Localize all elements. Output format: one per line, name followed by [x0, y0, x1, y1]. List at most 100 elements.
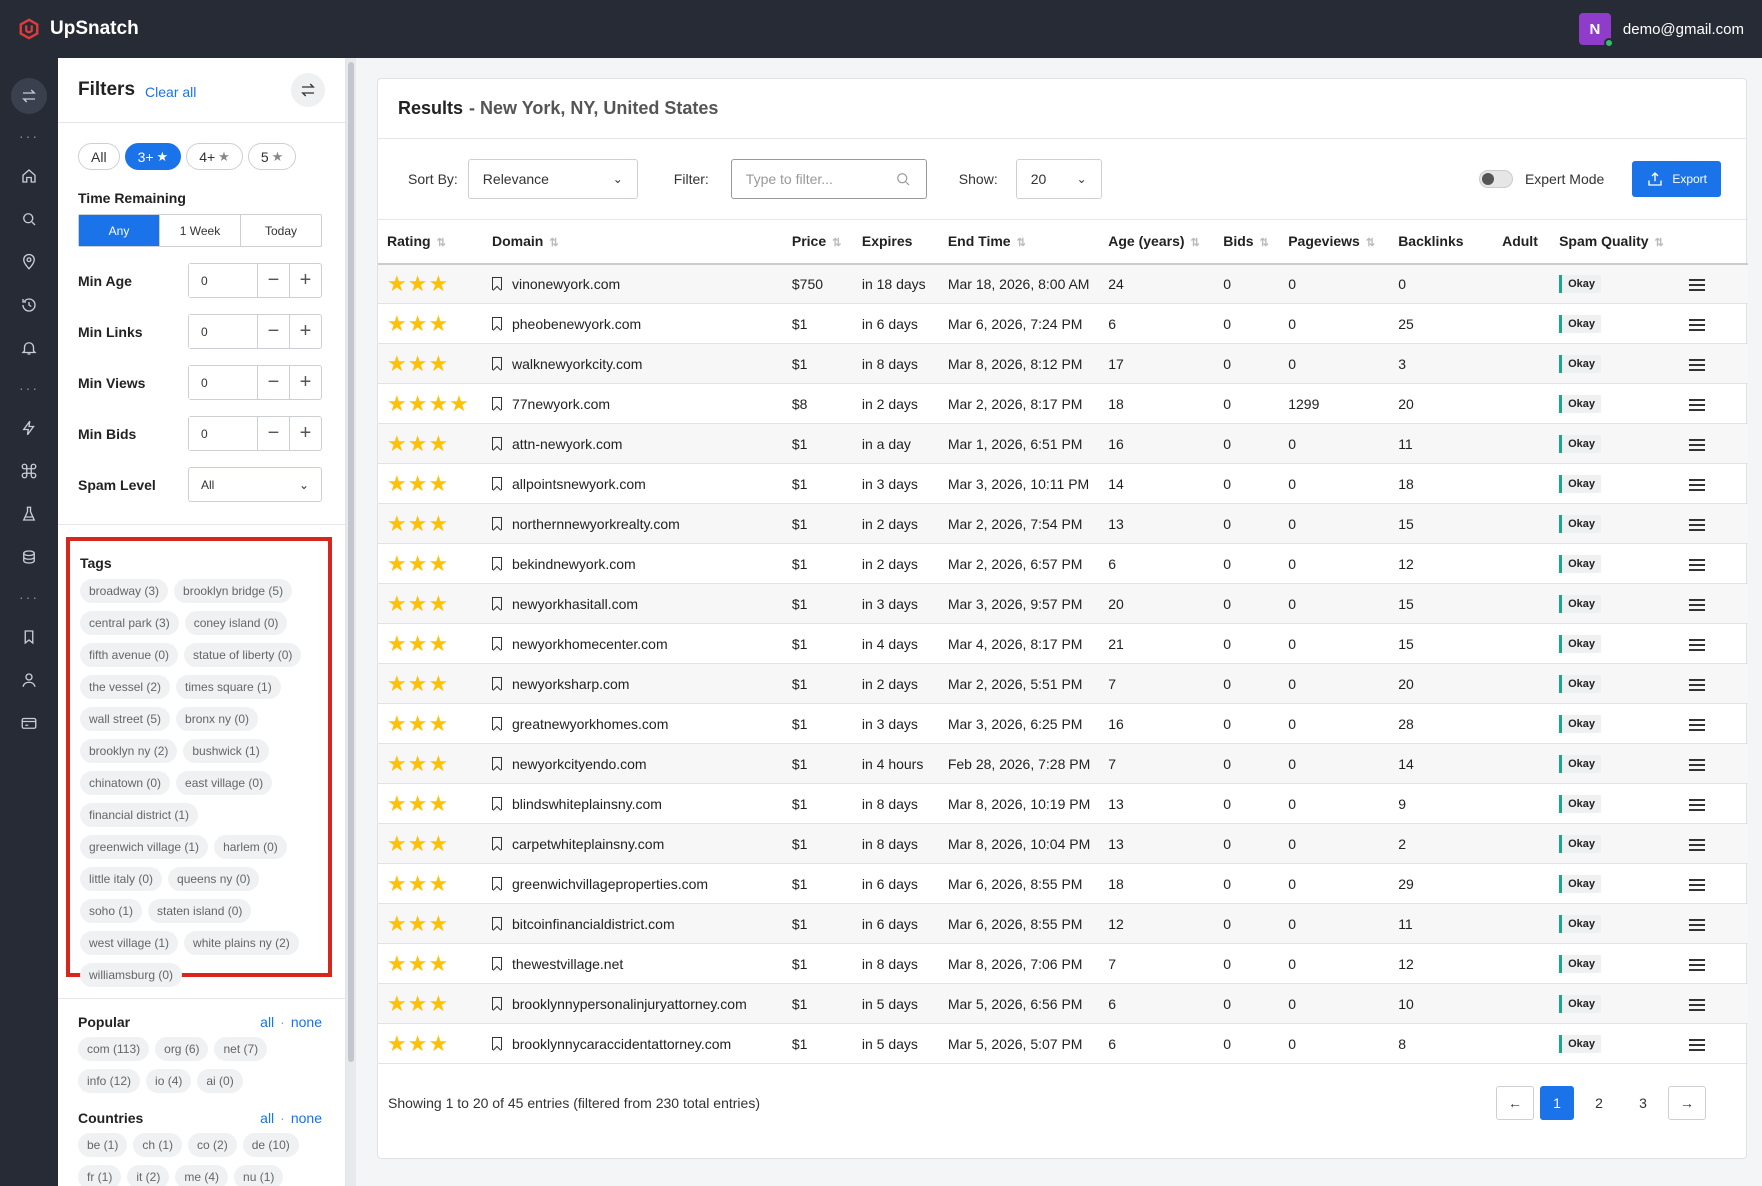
column-header[interactable]: Pageviews ⇅: [1279, 219, 1390, 265]
table-row[interactable]: ★★★ greenwichvillageproperties.com $1 in 6 …: [378, 863, 1748, 904]
bookmark-icon[interactable]: [491, 356, 502, 370]
decrement-button[interactable]: −: [257, 315, 289, 348]
domain-name[interactable]: newyorksharp.com: [512, 676, 630, 692]
country-chip[interactable]: fr (1): [78, 1165, 122, 1186]
increment-button[interactable]: +: [289, 315, 321, 348]
domain-name[interactable]: allpointsnewyork.com: [512, 476, 646, 492]
tag-chip[interactable]: soho (1): [80, 899, 143, 923]
time-option-any[interactable]: Any: [79, 215, 160, 246]
bookmark-icon[interactable]: [491, 996, 502, 1010]
country-chip[interactable]: de (10): [242, 1133, 299, 1157]
tag-chip[interactable]: statue of liberty (0): [184, 643, 302, 667]
domain-name[interactable]: blindswhiteplainsny.com: [512, 796, 662, 812]
menu-icon[interactable]: [1689, 798, 1706, 811]
table-row[interactable]: ★★★ allpointsnewyork.com $1 in 3 days Mar 3,…: [378, 463, 1748, 504]
tag-chip[interactable]: east village (0): [176, 771, 273, 795]
bookmark-icon[interactable]: [491, 676, 502, 690]
bookmark-icon[interactable]: [491, 316, 502, 330]
column-header[interactable]: Price ⇅: [782, 219, 853, 265]
sort-icon[interactable]: ⇅: [1366, 237, 1375, 249]
search-icon[interactable]: [11, 201, 47, 237]
menu-icon[interactable]: [1689, 838, 1706, 851]
domain-name[interactable]: newyorkhomecenter.com: [512, 636, 668, 652]
country-chip[interactable]: co (2): [188, 1133, 237, 1157]
menu-icon[interactable]: [1689, 358, 1706, 371]
domain-name[interactable]: greenwichvillageproperties.com: [512, 876, 708, 892]
clear-all-link[interactable]: Clear all: [145, 84, 196, 100]
sort-icon[interactable]: ⇅: [1191, 237, 1200, 249]
popular-none-link[interactable]: none: [291, 1014, 322, 1030]
tag-chip[interactable]: west village (1): [80, 931, 179, 955]
menu-icon[interactable]: [1689, 638, 1706, 651]
avatar[interactable]: N: [1578, 13, 1614, 48]
domain-name[interactable]: bekindnewyork.com: [512, 556, 636, 572]
menu-icon[interactable]: [1689, 438, 1706, 451]
sort-icon[interactable]: ⇅: [437, 237, 446, 249]
rating-pill-4plus[interactable]: 4+ ★: [186, 143, 243, 170]
menu-icon[interactable]: [1689, 958, 1706, 971]
upsnatch-logo-icon[interactable]: [18, 18, 40, 40]
table-row[interactable]: ★★★ newyorkhomecenter.com $1 in 4 days Mar 4…: [378, 623, 1748, 664]
decrement-button[interactable]: −: [257, 366, 289, 399]
domain-name[interactable]: 77newyork.com: [512, 396, 610, 412]
tag-chip[interactable]: financial district (1): [80, 803, 199, 827]
user-email[interactable]: demo@gmail.com: [1623, 21, 1744, 38]
domain-name[interactable]: vinonewyork.com: [512, 276, 620, 292]
next-page-button[interactable]: →: [1668, 1086, 1706, 1120]
sidebar-scrollbar[interactable]: [346, 58, 356, 1186]
toggle-panel-icon[interactable]: [11, 78, 47, 114]
domain-name[interactable]: attn-newyork.com: [512, 436, 622, 452]
number-input[interactable]: [189, 315, 257, 348]
number-input[interactable]: [189, 417, 257, 450]
tag-chip[interactable]: fifth avenue (0): [80, 643, 179, 667]
sort-icon[interactable]: ⇅: [832, 237, 841, 249]
tag-chip[interactable]: wall street (5): [80, 707, 171, 731]
menu-icon[interactable]: [1689, 318, 1706, 331]
column-header[interactable]: Expires: [852, 219, 939, 265]
column-header[interactable]: Bids ⇅: [1214, 219, 1280, 265]
tag-chip[interactable]: chinatown (0): [80, 771, 171, 795]
domain-name[interactable]: brooklynnycaraccidentattorney.com: [512, 1036, 731, 1052]
domain-name[interactable]: northernnewyorkrealty.com: [512, 516, 680, 532]
sort-icon[interactable]: ⇅: [1017, 237, 1026, 249]
country-chip[interactable]: nu (1): [234, 1165, 284, 1186]
tld-chip[interactable]: com (113): [78, 1037, 150, 1061]
country-chip[interactable]: ch (1): [133, 1133, 183, 1157]
menu-icon[interactable]: [1689, 558, 1706, 571]
bookmark-icon[interactable]: [491, 636, 502, 650]
table-row[interactable]: ★★★ walknewyorkcity.com $1 in 8 days Mar 8, …: [378, 343, 1748, 384]
number-input[interactable]: [189, 264, 257, 297]
tld-chip[interactable]: net (7): [214, 1037, 268, 1061]
table-row[interactable]: ★★★ carpetwhiteplainsny.com $1 in 8 days Mar…: [378, 823, 1748, 864]
page-button-2[interactable]: 2: [1580, 1086, 1618, 1120]
table-row[interactable]: ★★★ brooklynnycaraccidentattorney.com $1 in…: [378, 1023, 1748, 1064]
more-icon[interactable]: ···: [11, 373, 47, 403]
domain-name[interactable]: carpetwhiteplainsny.com: [512, 836, 664, 852]
countries-none-link[interactable]: none: [291, 1110, 322, 1126]
menu-icon[interactable]: [1689, 598, 1706, 611]
bookmark-icon[interactable]: [491, 1036, 502, 1050]
bookmark-icon[interactable]: [491, 436, 502, 450]
domain-name[interactable]: pheobenewyork.com: [512, 316, 641, 332]
menu-icon[interactable]: [1689, 718, 1706, 731]
sort-select[interactable]: Relevance ⌄: [467, 159, 638, 199]
column-header[interactable]: Spam Quality ⇅: [1550, 219, 1681, 265]
user-icon[interactable]: [11, 662, 47, 698]
table-row[interactable]: ★★★ newyorkhasitall.com $1 in 3 days Mar 3, …: [378, 583, 1748, 624]
tld-chip[interactable]: ai (0): [197, 1069, 243, 1093]
filter-input[interactable]: Type to filter...: [730, 159, 927, 199]
domain-name[interactable]: bitcoinfinancialdistrict.com: [512, 916, 675, 932]
bookmark-icon[interactable]: [11, 619, 47, 655]
domain-name[interactable]: brooklynnypersonalinjuryattorney.com: [512, 996, 747, 1012]
tag-chip[interactable]: bushwick (1): [183, 739, 269, 763]
tag-chip[interactable]: greenwich village (1): [80, 835, 209, 859]
increment-button[interactable]: +: [289, 417, 321, 450]
more-icon[interactable]: ···: [11, 582, 47, 612]
sort-icon[interactable]: ⇅: [1655, 237, 1664, 249]
bookmark-icon[interactable]: [491, 596, 502, 610]
tag-chip[interactable]: the vessel (2): [80, 675, 171, 699]
tag-chip[interactable]: central park (3): [80, 611, 179, 635]
bookmark-icon[interactable]: [491, 796, 502, 810]
tld-chip[interactable]: org (6): [155, 1037, 209, 1061]
page-button-1[interactable]: 1: [1540, 1086, 1574, 1120]
